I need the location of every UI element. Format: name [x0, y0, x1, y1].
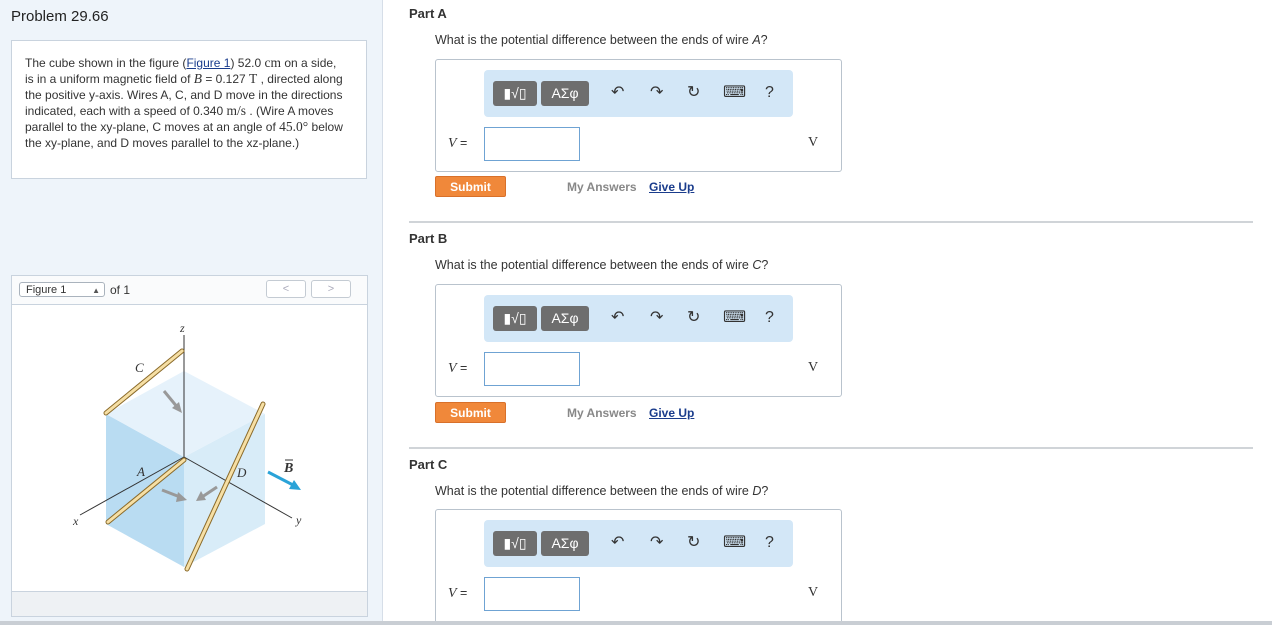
- problem-statement: The cube shown in the figure (Figure 1) …: [25, 55, 345, 151]
- equals-sign: =: [460, 361, 468, 375]
- math-toolbar: ▮√▯ ΑΣφ ↶ ↷ ↻ ⌨ ?: [484, 295, 793, 342]
- part-b-title: Part B: [409, 231, 448, 246]
- wire-label-a: A: [136, 464, 145, 479]
- part-c-question: What is the potential difference between…: [435, 484, 768, 498]
- statement-text: ) 52.0: [230, 56, 265, 70]
- question-mark: ?: [761, 258, 769, 272]
- wire-label-c: C: [135, 360, 144, 375]
- next-figure-button[interactable]: >: [311, 280, 351, 298]
- figure-panel: Figure 1 ▲ of 1 < > z y x C A D B: [11, 275, 368, 617]
- figure-select-value: Figure 1: [26, 284, 67, 296]
- section-divider: [409, 221, 1253, 223]
- equals-sign: =: [460, 586, 468, 600]
- answer-unit: V: [808, 585, 819, 600]
- math-toolbar: ▮√▯ ΑΣφ ↶ ↷ ↻ ⌨ ?: [484, 70, 793, 117]
- select-arrows-icon: ▲: [92, 286, 100, 295]
- figure-select[interactable]: Figure 1 ▲: [19, 282, 105, 297]
- question-text: What is the potential difference between…: [435, 33, 753, 47]
- field-label-b: B: [283, 461, 293, 476]
- greek-button[interactable]: ΑΣφ: [541, 306, 589, 331]
- unit-cm: cm: [264, 55, 282, 70]
- part-b-question: What is the potential difference between…: [435, 258, 768, 272]
- answer-label: V =: [448, 586, 467, 602]
- part-c-title: Part C: [409, 457, 448, 472]
- answer-input[interactable]: [484, 352, 580, 386]
- statement-text: The cube shown in the figure (: [25, 56, 187, 70]
- var-v: V: [448, 136, 457, 151]
- wire-label-d: D: [236, 465, 247, 480]
- submit-button[interactable]: Submit: [435, 176, 506, 197]
- help-icon[interactable]: ?: [765, 309, 774, 327]
- wire-name: D: [752, 484, 762, 498]
- give-up-link[interactable]: Give Up: [649, 180, 694, 194]
- part-a-title: Part A: [409, 6, 447, 21]
- answer-unit: V: [808, 135, 819, 150]
- math-toolbar: ▮√▯ ΑΣφ ↶ ↷ ↻ ⌨ ?: [484, 520, 793, 567]
- axis-label-z: z: [179, 321, 185, 335]
- variable-b: B: [193, 71, 202, 86]
- section-divider: [409, 447, 1253, 449]
- keyboard-icon[interactable]: ⌨: [723, 534, 746, 552]
- reset-icon[interactable]: ↻: [687, 84, 700, 102]
- submit-button[interactable]: Submit: [435, 402, 506, 423]
- part-c-answer-box: ▮√▯ ΑΣφ ↶ ↷ ↻ ⌨ ? V = V: [435, 509, 842, 625]
- figure-footer: [12, 591, 367, 616]
- problem-title: Problem 29.66: [11, 8, 109, 25]
- answer-label: V =: [448, 361, 467, 377]
- templates-button[interactable]: ▮√▯: [493, 531, 537, 556]
- keyboard-icon[interactable]: ⌨: [723, 84, 746, 102]
- greek-button[interactable]: ΑΣφ: [541, 81, 589, 106]
- unit-ms: m/s: [226, 103, 246, 118]
- my-answers-label: My Answers: [567, 180, 637, 194]
- figure-link[interactable]: Figure 1: [186, 56, 230, 70]
- parts-panel: Part A What is the potential difference …: [383, 0, 1272, 625]
- undo-icon[interactable]: ↶: [611, 309, 624, 327]
- redo-icon[interactable]: ↷: [650, 534, 663, 552]
- answer-input[interactable]: [484, 127, 580, 161]
- keyboard-icon[interactable]: ⌨: [723, 309, 746, 327]
- undo-icon[interactable]: ↶: [611, 534, 624, 552]
- question-mark: ?: [761, 484, 769, 498]
- help-icon[interactable]: ?: [765, 534, 774, 552]
- problem-panel: Problem 29.66 The cube shown in the figu…: [0, 0, 383, 625]
- question-text: What is the potential difference between…: [435, 258, 753, 272]
- answer-unit: V: [808, 360, 819, 375]
- figure-toolbar: Figure 1 ▲ of 1 < >: [12, 276, 367, 305]
- var-v: V: [448, 361, 457, 376]
- redo-icon[interactable]: ↷: [650, 84, 663, 102]
- undo-icon[interactable]: ↶: [611, 84, 624, 102]
- reset-icon[interactable]: ↻: [687, 309, 700, 327]
- my-answers-label: My Answers: [567, 406, 637, 420]
- answer-input[interactable]: [484, 577, 580, 611]
- wire-name: C: [752, 258, 762, 272]
- give-up-link[interactable]: Give Up: [649, 406, 694, 420]
- part-a-answer-box: ▮√▯ ΑΣφ ↶ ↷ ↻ ⌨ ? V = V: [435, 59, 842, 172]
- templates-button[interactable]: ▮√▯: [493, 306, 537, 331]
- reset-icon[interactable]: ↻: [687, 534, 700, 552]
- prev-figure-button[interactable]: <: [266, 280, 306, 298]
- part-a-question: What is the potential difference between…: [435, 33, 768, 47]
- redo-icon[interactable]: ↷: [650, 309, 663, 327]
- statement-text: = 0.127: [202, 72, 250, 86]
- part-b-answer-box: ▮√▯ ΑΣφ ↶ ↷ ↻ ⌨ ? V = V: [435, 284, 842, 397]
- axis-label-y: y: [295, 513, 302, 527]
- help-icon[interactable]: ?: [765, 84, 774, 102]
- wire-name: A: [752, 33, 761, 47]
- greek-button[interactable]: ΑΣφ: [541, 531, 589, 556]
- axis-label-x: x: [72, 514, 79, 528]
- equals-sign: =: [460, 136, 468, 150]
- figure-count: of 1: [110, 283, 131, 297]
- answer-label: V =: [448, 136, 467, 152]
- var-v: V: [448, 586, 457, 601]
- horizontal-scrollbar[interactable]: [0, 621, 1272, 625]
- templates-button[interactable]: ▮√▯: [493, 81, 537, 106]
- question-mark: ?: [760, 33, 768, 47]
- question-text: What is the potential difference between…: [435, 484, 753, 498]
- problem-statement-box: The cube shown in the figure (Figure 1) …: [11, 40, 367, 179]
- cube-figure: z y x C A D B: [72, 321, 302, 572]
- angle-value: 45.0°: [279, 119, 309, 134]
